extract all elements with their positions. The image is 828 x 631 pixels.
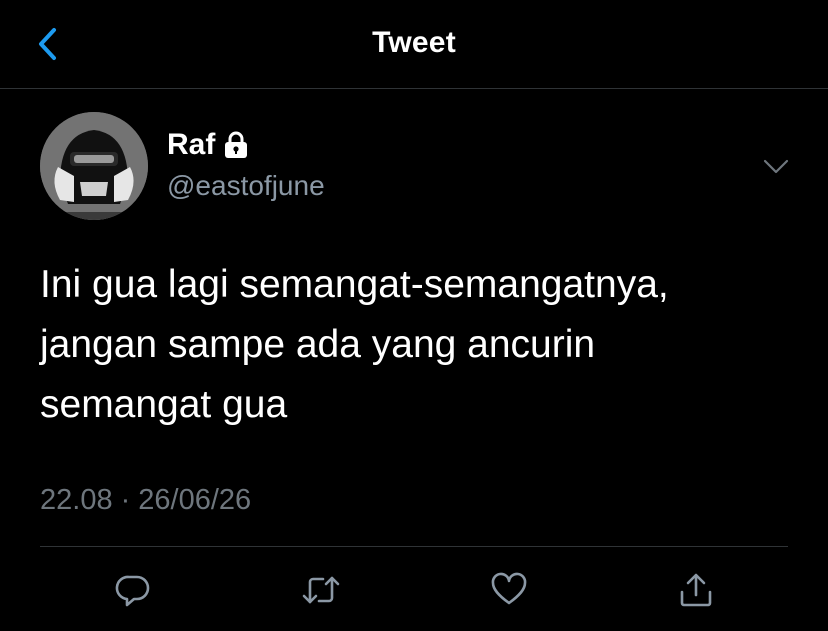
chevron-down-icon	[763, 159, 789, 174]
retweet-icon	[302, 576, 340, 604]
divider	[40, 546, 788, 547]
author-name-row[interactable]: Raf	[167, 128, 249, 162]
share-button[interactable]	[676, 570, 716, 610]
page-title: Tweet	[372, 26, 456, 59]
tweet-text-line: semangat gua	[40, 383, 288, 426]
share-icon	[680, 573, 712, 607]
tweet-text-line: Ini gua lagi semangat-semangatnya,	[40, 263, 669, 306]
top-bar: Tweet	[0, 0, 828, 89]
tweet-text-line: jangan sampe ada yang ancurin	[40, 323, 596, 366]
retweet-button[interactable]	[301, 570, 341, 610]
author-handle[interactable]: @eastofjune	[167, 170, 325, 202]
tweet-time: 22.08	[40, 484, 113, 516]
heart-icon	[491, 572, 527, 605]
lock-icon	[225, 131, 248, 158]
display-name[interactable]: Raf	[167, 128, 215, 162]
reply-button[interactable]	[113, 570, 153, 610]
meta-separator: ·	[120, 484, 131, 516]
tweet-timestamp: 22.08 · 26/06/26	[40, 484, 251, 517]
more-options-button[interactable]	[760, 152, 792, 180]
avatar[interactable]	[40, 112, 148, 220]
tweet-date: 26/06/26	[138, 484, 252, 516]
like-button[interactable]	[489, 570, 529, 610]
tweet-text: Ini gua lagi semangat-semangatnya, janga…	[40, 255, 800, 435]
avatar-image	[40, 112, 148, 220]
reply-icon	[115, 575, 150, 607]
